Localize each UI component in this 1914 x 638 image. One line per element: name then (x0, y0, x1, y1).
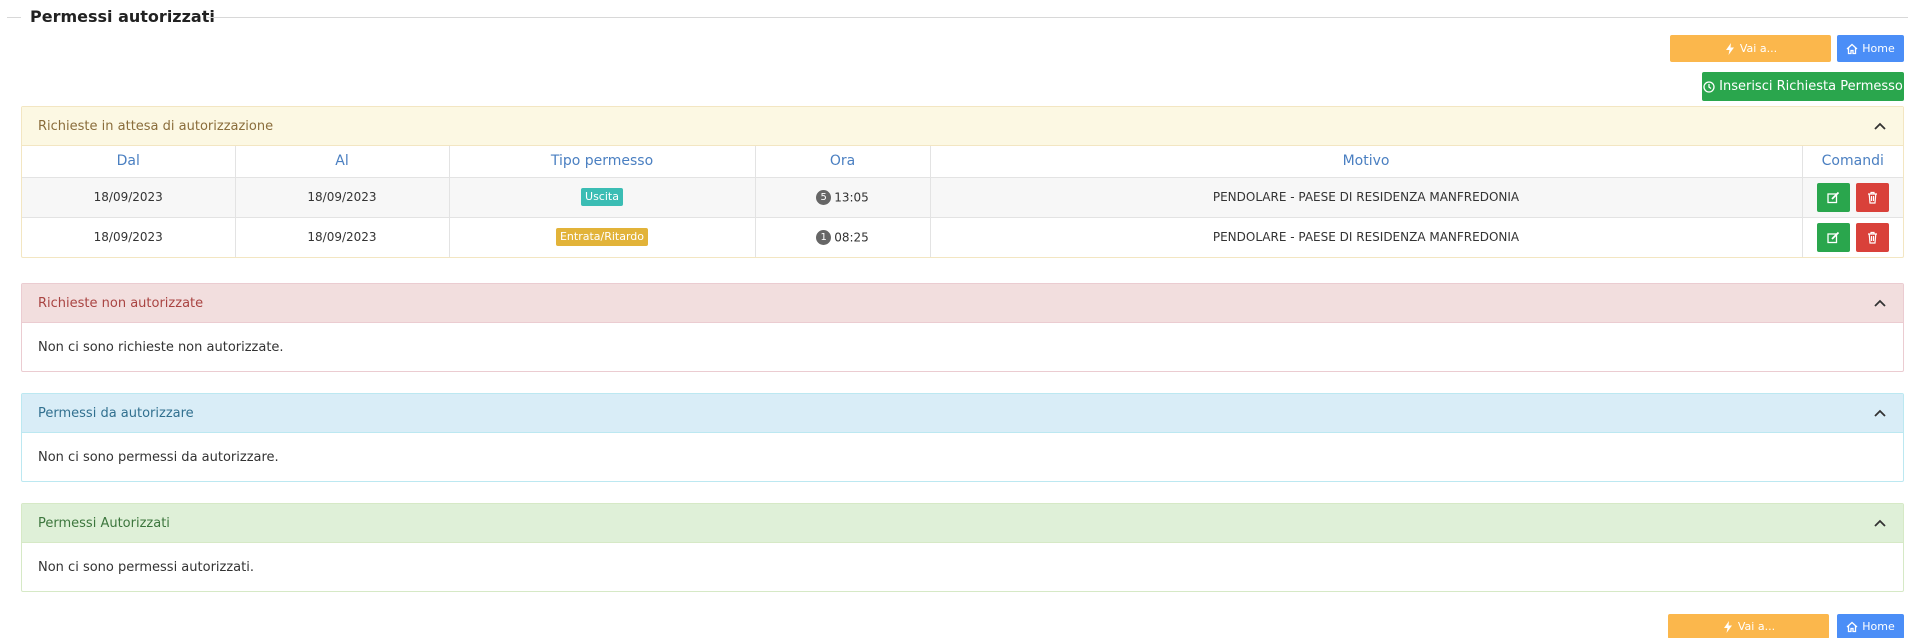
cell-al: 18/09/2023 (235, 177, 450, 218)
to-authorize-panel: Permessi da autorizzare Non ci sono perm… (21, 393, 1904, 482)
cell-dal: 18/09/2023 (22, 177, 236, 218)
cell-dal: 18/09/2023 (22, 217, 236, 257)
authorized-panel-heading[interactable]: Permessi Autorizzati (22, 504, 1903, 543)
cell-comandi (1802, 217, 1903, 257)
edit-icon (1827, 191, 1839, 203)
column-header-dal[interactable]: Dal (22, 146, 236, 178)
divider (7, 17, 21, 18)
ora-value: 13:05 (834, 190, 869, 204)
authorized-panel-title: Permessi Autorizzati (38, 515, 170, 531)
cell-motivo: PENDOLARE - PAESE DI RESIDENZA MANFREDON… (930, 217, 1803, 257)
rejected-panel-heading[interactable]: Richieste non autorizzate (22, 284, 1903, 323)
page-title: Permessi autorizzati (30, 7, 215, 26)
count-badge: 1 (816, 229, 832, 245)
column-header-tipo[interactable]: Tipo permesso (449, 146, 756, 178)
rejected-requests-panel: Richieste non autorizzate Non ci sono ri… (21, 283, 1904, 372)
cell-tipo: Uscita (449, 177, 756, 218)
home-button[interactable]: Home (1837, 35, 1904, 62)
chevron-up-icon[interactable] (1873, 296, 1887, 310)
divider (206, 17, 1908, 18)
goto-button-bottom[interactable]: Vai a... (1668, 614, 1829, 638)
pending-panel-title: Richieste in attesa di autorizzazione (38, 118, 274, 134)
home-button-bottom[interactable]: Home (1837, 614, 1904, 638)
table-row: 18/09/2023 18/09/2023 Entrata/Ritardo 10… (22, 217, 1903, 257)
cell-ora: 1 08:25 (755, 217, 931, 257)
insert-request-label: Inserisci Richiesta Permesso (1719, 79, 1903, 94)
goto-button-label: Vai a... (1737, 620, 1776, 633)
column-header-motivo[interactable]: Motivo (930, 146, 1803, 178)
trash-icon (1867, 231, 1877, 244)
to-authorize-empty-message: Non ci sono permessi da autorizzare. (38, 449, 279, 465)
edit-icon (1827, 231, 1839, 243)
tipo-badge: Entrata/Ritardo (555, 228, 649, 247)
home-icon (1846, 43, 1858, 54)
page-header: Permessi autorizzati (0, 7, 1914, 29)
clock-icon (1703, 80, 1715, 93)
ora-value: 08:25 (834, 230, 869, 245)
to-authorize-panel-heading[interactable]: Permessi da autorizzare (22, 394, 1903, 433)
bolt-icon (1725, 42, 1734, 55)
delete-button[interactable] (1855, 182, 1889, 212)
rejected-empty-message: Non ci sono richieste non autorizzate. (38, 339, 284, 355)
cell-al: 18/09/2023 (235, 217, 450, 257)
rejected-panel-title: Richieste non autorizzate (38, 295, 204, 311)
column-header-comandi: Comandi (1802, 146, 1903, 178)
pending-requests-panel: Richieste in attesa di autorizzazione Da… (21, 106, 1904, 258)
edit-button[interactable] (1816, 222, 1850, 252)
column-header-al[interactable]: Al (235, 146, 450, 178)
cell-motivo: PENDOLARE - PAESE DI RESIDENZA MANFREDON… (930, 177, 1803, 218)
chevron-up-icon[interactable] (1873, 119, 1887, 133)
authorized-panel: Permessi Autorizzati Non ci sono permess… (21, 503, 1904, 592)
home-button-label: Home (1862, 42, 1895, 55)
pending-requests-table: Dal Al Tipo permesso Ora Motivo Comandi … (22, 146, 1903, 257)
home-icon (1846, 621, 1858, 632)
goto-button-label: Vai a... (1739, 42, 1778, 55)
count-badge: 5 (816, 189, 832, 205)
tipo-badge: Uscita (581, 188, 623, 206)
goto-button[interactable]: Vai a... (1670, 35, 1831, 62)
home-button-label: Home (1862, 620, 1895, 633)
trash-icon (1867, 191, 1877, 204)
to-authorize-panel-title: Permessi da autorizzare (38, 405, 194, 421)
chevron-up-icon[interactable] (1873, 406, 1887, 420)
bolt-icon (1723, 620, 1732, 633)
column-header-ora[interactable]: Ora (755, 146, 931, 178)
cell-ora: 5 13:05 (755, 177, 931, 218)
table-row: 18/09/2023 18/09/2023 Uscita 5 13:05 PEND… (22, 177, 1903, 218)
pending-panel-heading[interactable]: Richieste in attesa di autorizzazione (22, 107, 1903, 146)
authorized-empty-message: Non ci sono permessi autorizzati. (38, 559, 254, 575)
edit-button[interactable] (1816, 182, 1850, 212)
chevron-up-icon[interactable] (1873, 516, 1887, 530)
cell-comandi (1802, 177, 1903, 218)
delete-button[interactable] (1855, 222, 1889, 252)
table-header-row: Dal Al Tipo permesso Ora Motivo Comandi (22, 146, 1903, 178)
insert-request-button[interactable]: Inserisci Richiesta Permesso (1702, 72, 1904, 101)
cell-tipo: Entrata/Ritardo (449, 217, 756, 257)
